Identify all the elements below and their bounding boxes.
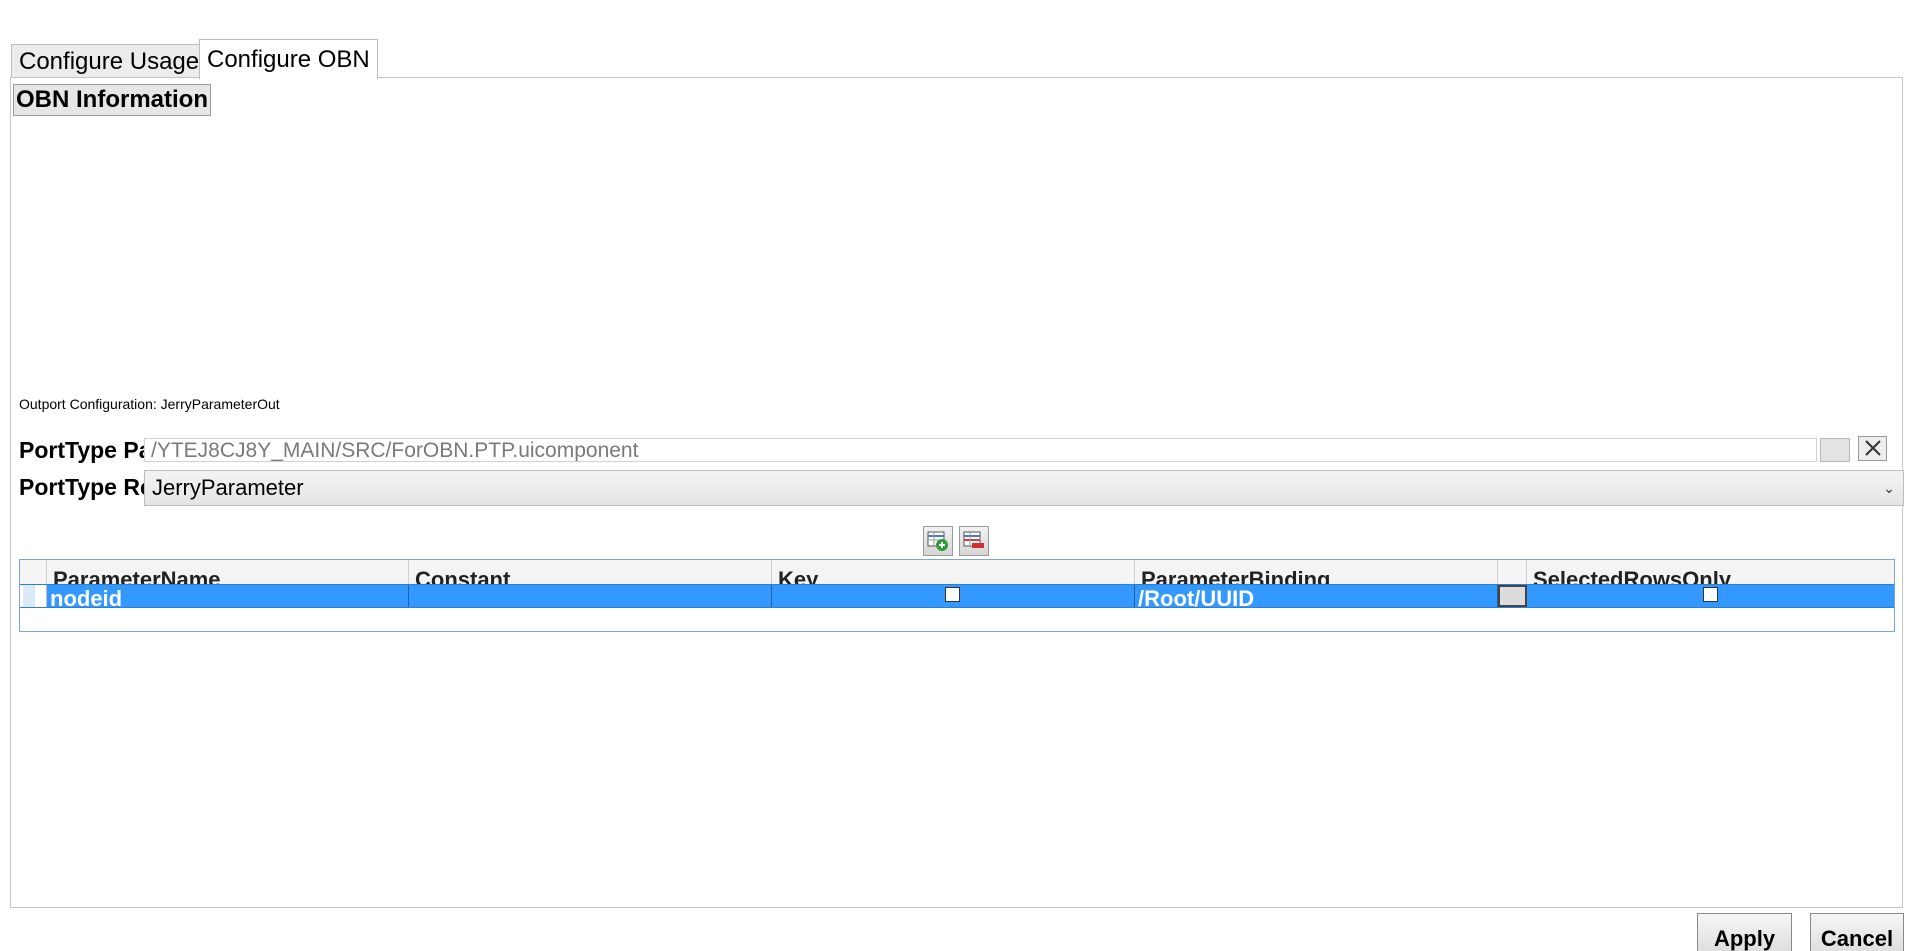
row-header-column bbox=[20, 560, 47, 584]
porttype-ref-value: JerryParameter bbox=[152, 475, 304, 500]
column-header-parameter-name[interactable]: ParameterName bbox=[47, 560, 409, 584]
column-header-binding-button bbox=[1498, 560, 1527, 584]
chevron-down-icon: ⌄ bbox=[1883, 480, 1895, 496]
tab-panel-configure-obn: OBN Information Outport Configuration: J… bbox=[10, 77, 1904, 908]
tab-label: Configure OBN bbox=[207, 46, 370, 73]
clear-path-button[interactable] bbox=[1858, 436, 1887, 461]
column-header-key[interactable]: Key bbox=[772, 560, 1135, 584]
porttype-ref-label: PortType Re bbox=[19, 474, 145, 500]
cancel-button[interactable]: Cancel bbox=[1810, 913, 1904, 951]
cell-parameter-name[interactable]: nodeid bbox=[47, 585, 409, 607]
section-header-obn-information[interactable]: OBN Information bbox=[13, 84, 211, 116]
column-header-constant[interactable]: Constant bbox=[409, 560, 772, 584]
cell-parameter-binding[interactable]: /Root/UUID bbox=[1135, 585, 1498, 607]
porttype-path-value: /YTEJ8CJ8Y_MAIN/SRC/ForOBN.PTP.uicompone… bbox=[151, 439, 639, 462]
column-header-selected-rows-only[interactable]: SelectedRowsOnly bbox=[1527, 560, 1894, 584]
close-icon bbox=[1864, 440, 1881, 456]
porttype-path-label: PortType Pa bbox=[19, 437, 145, 463]
browse-button[interactable] bbox=[1820, 438, 1850, 462]
table-row[interactable]: nodeid /Root/UUID bbox=[20, 584, 1894, 608]
remove-row-button[interactable] bbox=[959, 526, 989, 556]
tab-configure-obn[interactable]: Configure OBN bbox=[199, 39, 378, 79]
cell-constant[interactable] bbox=[409, 585, 772, 607]
selected-rows-only-checkbox[interactable] bbox=[1703, 587, 1718, 602]
section-title: OBN Information bbox=[16, 86, 208, 113]
add-row-button[interactable] bbox=[923, 526, 953, 556]
porttype-ref-select[interactable]: JerryParameter ⌄ bbox=[144, 470, 1904, 506]
row-header[interactable] bbox=[20, 585, 47, 607]
remove-row-icon bbox=[963, 531, 984, 548]
binding-browse-button[interactable] bbox=[1498, 585, 1527, 607]
cell-key[interactable] bbox=[772, 585, 1135, 607]
porttype-path-field[interactable]: /YTEJ8CJ8Y_MAIN/SRC/ForOBN.PTP.uicompone… bbox=[144, 438, 1817, 462]
add-row-icon bbox=[927, 531, 948, 551]
key-checkbox[interactable] bbox=[945, 587, 960, 602]
tab-configure-usage[interactable]: Configure Usage bbox=[11, 44, 208, 77]
parameter-grid[interactable]: ParameterName Constant Key ParameterBind… bbox=[19, 559, 1895, 632]
grid-header: ParameterName Constant Key ParameterBind… bbox=[20, 560, 1894, 584]
apply-button[interactable]: Apply bbox=[1697, 913, 1792, 951]
outport-configuration-label: Outport Configuration: JerryParameterOut bbox=[19, 396, 280, 412]
tab-label: Configure Usage bbox=[19, 48, 200, 75]
cell-selected-rows-only[interactable] bbox=[1527, 585, 1894, 607]
obn-config-dialog: Configure Usage Configure OBN OBN Inform… bbox=[0, 0, 1912, 951]
column-header-parameter-binding[interactable]: ParameterBinding bbox=[1135, 560, 1498, 584]
